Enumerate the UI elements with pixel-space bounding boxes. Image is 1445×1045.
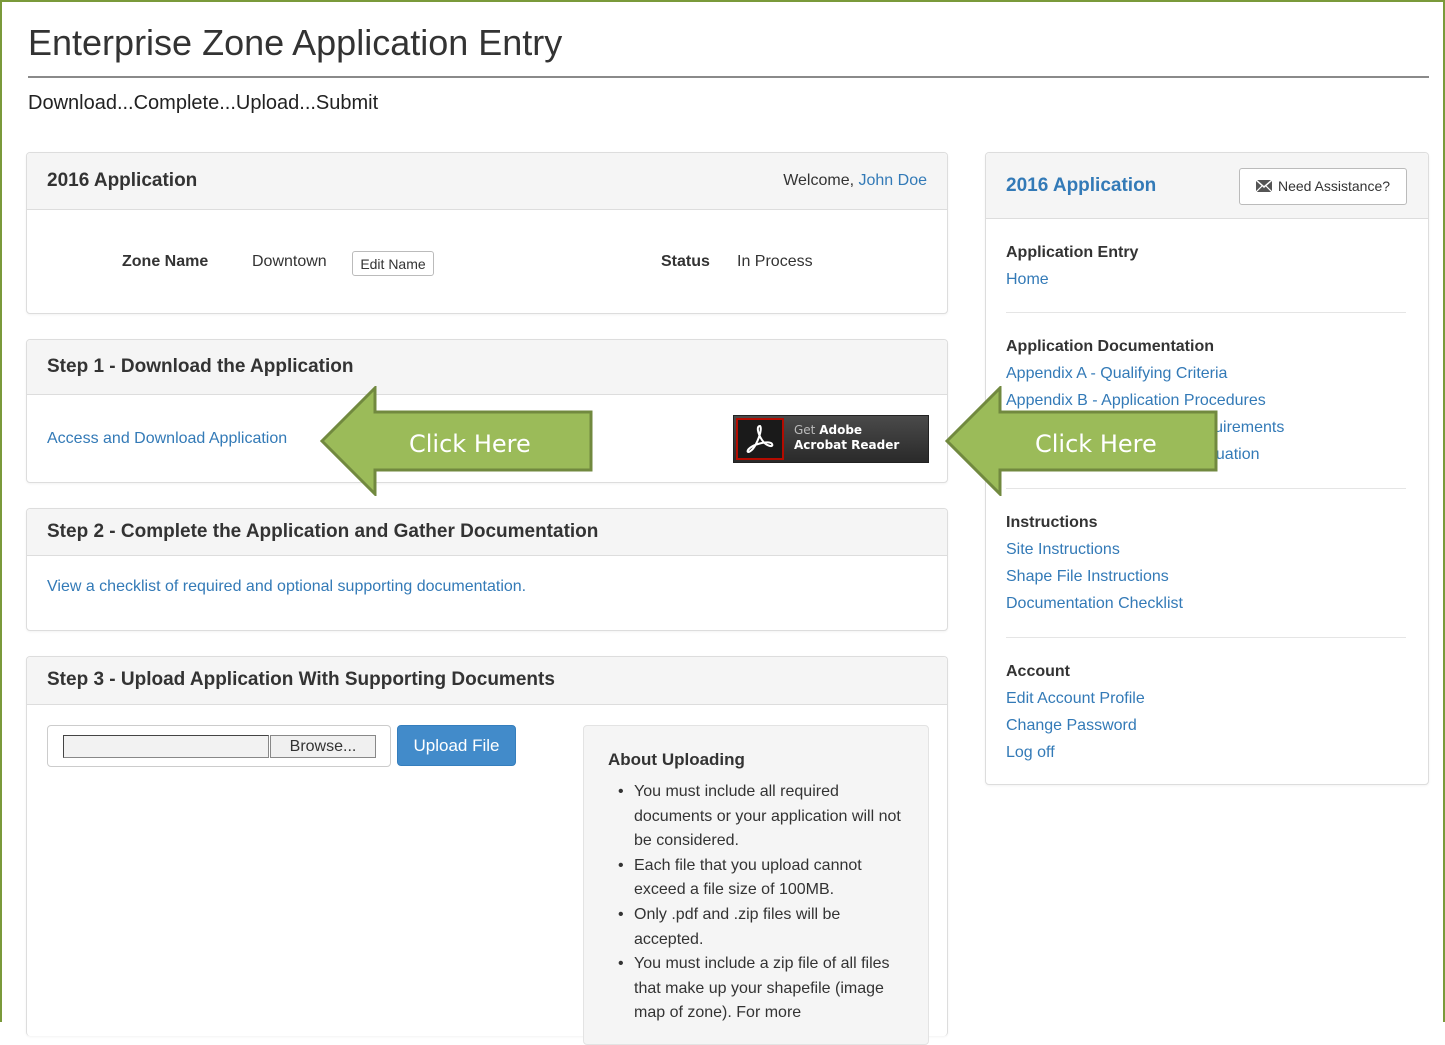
page-frame: Enterprise Zone Application Entry Downlo… [0, 0, 1445, 1045]
about-uploading-list: You must include all required documents … [618, 780, 904, 1026]
step2-title: Step 2 - Complete the Application and Ga… [47, 521, 599, 542]
upload-file-button[interactable]: Upload File [397, 725, 516, 766]
sidebar-item-documentation-checklist[interactable]: Documentation Checklist [1006, 595, 1183, 613]
sidebar-item-shape-file-instructions[interactable]: Shape File Instructions [1006, 568, 1169, 586]
file-path-field[interactable] [63, 735, 269, 758]
zone-name-value: Downtown [252, 253, 327, 270]
file-input-group: Browse... [47, 725, 391, 767]
sidebar-title: 2016 Application [1006, 175, 1157, 196]
edit-name-button[interactable]: Edit Name [352, 251, 434, 276]
list-item: Each file that you upload cannot exceed … [618, 854, 904, 903]
about-uploading-title: About Uploading [608, 750, 745, 769]
status-label: Status [661, 253, 710, 270]
adobe-text: Get Adobe Acrobat Reader [794, 423, 899, 453]
step3-panel: Step 3 - Upload Application With Support… [26, 656, 948, 1045]
acrobat-logo-icon [736, 418, 784, 460]
callout-left-label: Click Here [409, 430, 531, 458]
sidebar-divider [1006, 312, 1406, 313]
welcome-prefix: Welcome, [783, 172, 855, 189]
list-item: You must include all required documents … [618, 780, 904, 854]
step1-title: Step 1 - Download the Application [47, 356, 354, 377]
page-title: Enterprise Zone Application Entry [28, 22, 563, 63]
user-name-link[interactable]: John Doe [859, 172, 928, 189]
sidebar-divider [1006, 637, 1406, 638]
status-value: In Process [737, 253, 813, 270]
get-adobe-reader-badge[interactable]: Get Adobe Acrobat Reader [733, 415, 929, 463]
need-assistance-button[interactable]: Need Assistance? [1239, 168, 1407, 205]
application-summary-heading: 2016 Application Welcome, John Doe [27, 153, 947, 210]
title-divider [28, 76, 1429, 78]
step3-title: Step 3 - Upload Application With Support… [47, 669, 555, 690]
section-application-documentation: Application Documentation [1006, 338, 1214, 355]
application-summary-title: 2016 Application [47, 170, 198, 191]
sidebar-item-home[interactable]: Home [1006, 271, 1049, 289]
step2-panel: Step 2 - Complete the Application and Ga… [26, 508, 948, 631]
sidebar-item-site-instructions[interactable]: Site Instructions [1006, 541, 1120, 559]
envelope-icon [1255, 179, 1273, 195]
checklist-link[interactable]: View a checklist of required and optiona… [47, 578, 526, 596]
about-uploading-box: About Uploading You must include all req… [583, 725, 929, 1045]
zone-name-label: Zone Name [122, 253, 209, 270]
download-application-link[interactable]: Access and Download Application [47, 430, 287, 448]
section-instructions: Instructions [1006, 514, 1098, 531]
adobe-get: Get [794, 423, 816, 437]
section-application-entry: Application Entry [1006, 244, 1139, 261]
adobe-product: Acrobat Reader [794, 438, 900, 452]
sidebar-item-log-off[interactable]: Log off [1006, 744, 1055, 762]
need-assistance-label: Need Assistance? [1277, 178, 1391, 194]
page-tagline: Download...Complete...Upload...Submit [28, 92, 379, 114]
welcome-message: Welcome, John Doe [783, 172, 927, 190]
callout-right-label: Click Here [1035, 430, 1157, 458]
section-account: Account [1006, 663, 1070, 680]
step2-heading: Step 2 - Complete the Application and Ga… [27, 509, 947, 556]
step3-heading: Step 3 - Upload Application With Support… [27, 657, 947, 705]
sidebar-item-appendix-a[interactable]: Appendix A - Qualifying Criteria [1006, 365, 1227, 383]
adobe-brand: Adobe [819, 423, 863, 437]
list-item: You must include a zip file of all files… [618, 952, 904, 1026]
browse-button[interactable]: Browse... [270, 735, 376, 758]
sidebar-item-change-password[interactable]: Change Password [1006, 717, 1137, 735]
sidebar-heading: 2016 Application Need Assistance? [986, 153, 1428, 219]
sidebar-item-edit-account-profile[interactable]: Edit Account Profile [1006, 690, 1145, 708]
application-summary-panel: 2016 Application Welcome, John Doe Zone … [26, 152, 948, 314]
list-item: Only .pdf and .zip files will be accepte… [618, 903, 904, 952]
